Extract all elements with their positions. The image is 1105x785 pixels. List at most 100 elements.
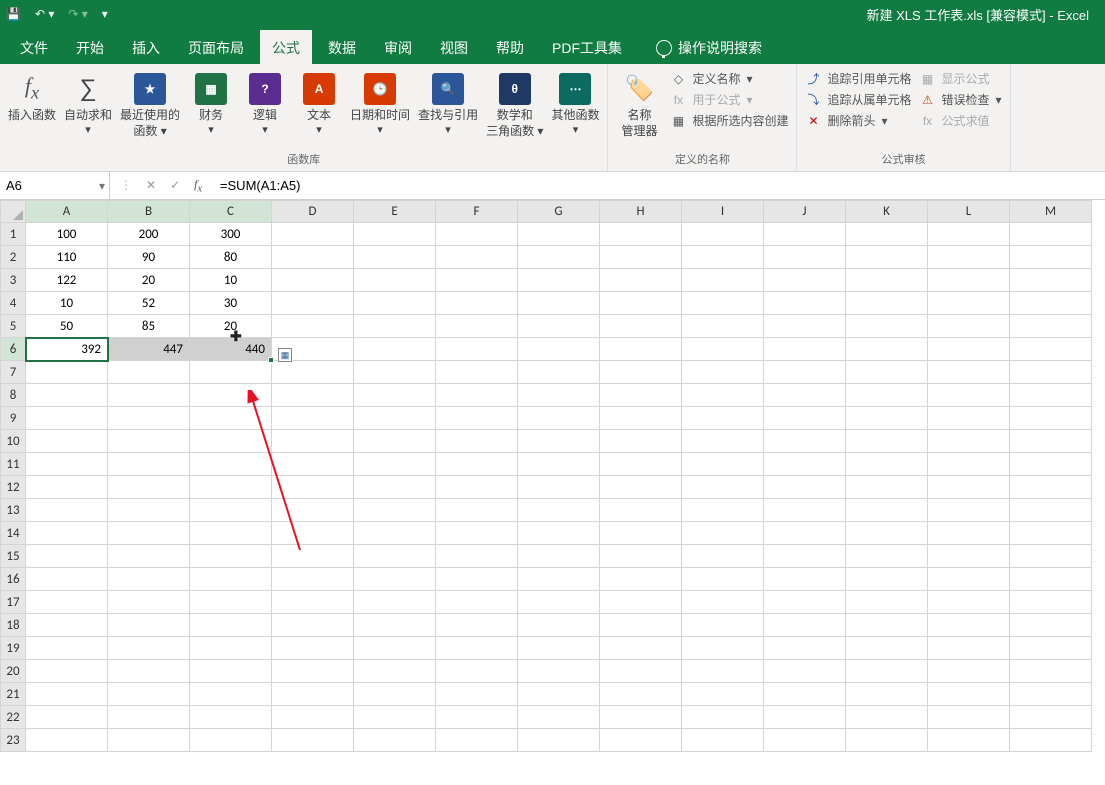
col-header-D[interactable]: D bbox=[272, 201, 354, 223]
tab-file[interactable]: 文件 bbox=[8, 30, 60, 64]
cell-C6[interactable]: 440 bbox=[190, 338, 272, 361]
row-header-2[interactable]: 2 bbox=[1, 246, 26, 269]
col-header-M[interactable]: M bbox=[1010, 201, 1092, 223]
autofill-options-button[interactable]: ▦ bbox=[278, 348, 292, 362]
col-header-I[interactable]: I bbox=[682, 201, 764, 223]
name-box[interactable]: ▾ bbox=[0, 172, 110, 199]
cell-C2[interactable]: 80 bbox=[190, 246, 272, 269]
tab-pdf[interactable]: PDF工具集 bbox=[540, 30, 634, 64]
row-header-9[interactable]: 9 bbox=[1, 407, 26, 430]
cell-C5[interactable]: 20 bbox=[190, 315, 272, 338]
undo-icon[interactable]: ↶ ▾ bbox=[35, 7, 54, 21]
cell-B4[interactable]: 52 bbox=[108, 292, 190, 315]
tab-view[interactable]: 视图 bbox=[428, 30, 480, 64]
row-header-16[interactable]: 16 bbox=[1, 568, 26, 591]
datetime-button[interactable]: 🕒 日期和时间 ▾ bbox=[350, 68, 410, 139]
col-header-A[interactable]: A bbox=[26, 201, 108, 223]
row-header-14[interactable]: 14 bbox=[1, 522, 26, 545]
show-formulas-button[interactable]: ▦显示公式 bbox=[920, 70, 1002, 87]
cell-C3[interactable]: 10 bbox=[190, 269, 272, 292]
col-header-C[interactable]: C bbox=[190, 201, 272, 223]
col-header-B[interactable]: B bbox=[108, 201, 190, 223]
cell-A3[interactable]: 122 bbox=[26, 269, 108, 292]
tab-help[interactable]: 帮助 bbox=[484, 30, 536, 64]
create-from-selection-button[interactable]: ▦根据所选内容创建 bbox=[670, 112, 788, 129]
autosum-button[interactable]: ∑ 自动求和 ▾ bbox=[64, 68, 112, 139]
row-header-1[interactable]: 1 bbox=[1, 223, 26, 246]
tab-home[interactable]: 开始 bbox=[64, 30, 116, 64]
save-icon[interactable]: 💾 bbox=[6, 7, 21, 21]
tab-data[interactable]: 数据 bbox=[316, 30, 368, 64]
row-header-7[interactable]: 7 bbox=[1, 361, 26, 384]
row-header-18[interactable]: 18 bbox=[1, 614, 26, 637]
row-header-12[interactable]: 12 bbox=[1, 476, 26, 499]
tab-review[interactable]: 审阅 bbox=[372, 30, 424, 64]
insert-function-button[interactable]: fx 插入函数 bbox=[8, 68, 56, 139]
row-header-17[interactable]: 17 bbox=[1, 591, 26, 614]
row-header-19[interactable]: 19 bbox=[1, 637, 26, 660]
col-header-G[interactable]: G bbox=[518, 201, 600, 223]
lookup-button[interactable]: 🔍 查找与引用 ▾ bbox=[418, 68, 478, 139]
cell-C4[interactable]: 30 bbox=[190, 292, 272, 315]
remove-arrows-button[interactable]: ✕删除箭头 ▾ bbox=[805, 112, 911, 129]
evaluate-formula-button[interactable]: fx公式求值 bbox=[920, 112, 1002, 129]
cell-B5[interactable]: 85 bbox=[108, 315, 190, 338]
formula-input[interactable] bbox=[212, 172, 1105, 199]
row-header-4[interactable]: 4 bbox=[1, 292, 26, 315]
cell-A6[interactable]: 392 bbox=[26, 338, 108, 361]
tab-layout[interactable]: 页面布局 bbox=[176, 30, 256, 64]
row-header-5[interactable]: 5 bbox=[1, 315, 26, 338]
col-header-E[interactable]: E bbox=[354, 201, 436, 223]
name-manager-button[interactable]: 🏷️ 名称 管理器 bbox=[616, 68, 662, 139]
col-header-F[interactable]: F bbox=[436, 201, 518, 223]
fill-handle[interactable] bbox=[268, 357, 274, 363]
cell-B3[interactable]: 20 bbox=[108, 269, 190, 292]
more-functions-button[interactable]: ⋯ 其他函数 ▾ bbox=[551, 68, 599, 139]
cell-B2[interactable]: 90 bbox=[108, 246, 190, 269]
accept-formula-icon[interactable]: ✓ bbox=[170, 178, 180, 192]
row-header-23[interactable]: 23 bbox=[1, 729, 26, 752]
logical-button[interactable]: ? 逻辑 ▾ bbox=[242, 68, 288, 139]
row-header-8[interactable]: 8 bbox=[1, 384, 26, 407]
tab-insert[interactable]: 插入 bbox=[120, 30, 172, 64]
spreadsheet-grid[interactable]: A B C D E F G H I J K L M 1 100 200 300 … bbox=[0, 200, 1105, 752]
error-check-button[interactable]: ⚠错误检查 ▾ bbox=[920, 91, 1002, 108]
fx-icon[interactable]: fx bbox=[194, 177, 202, 194]
cell-C1[interactable]: 300 bbox=[190, 223, 272, 246]
recent-functions-button[interactable]: ★ 最近使用的 函数 ▾ bbox=[120, 68, 180, 139]
cell-A2[interactable]: 110 bbox=[26, 246, 108, 269]
col-header-L[interactable]: L bbox=[928, 201, 1010, 223]
select-all-corner[interactable] bbox=[1, 201, 26, 223]
tab-formulas[interactable]: 公式 bbox=[260, 30, 312, 64]
row-header-10[interactable]: 10 bbox=[1, 430, 26, 453]
cancel-icon[interactable]: ⋮ bbox=[120, 178, 132, 192]
redo-icon[interactable]: ↷ ▾ bbox=[68, 7, 87, 21]
row-header-3[interactable]: 3 bbox=[1, 269, 26, 292]
cell-B6[interactable]: 447 bbox=[108, 338, 190, 361]
row-header-11[interactable]: 11 bbox=[1, 453, 26, 476]
trace-precedents-button[interactable]: ⤴追踪引用单元格 bbox=[805, 70, 911, 87]
math-trig-button[interactable]: θ 数学和 三角函数 ▾ bbox=[486, 68, 543, 139]
col-header-H[interactable]: H bbox=[600, 201, 682, 223]
row-header-6[interactable]: 6 bbox=[1, 338, 26, 361]
row-header-15[interactable]: 15 bbox=[1, 545, 26, 568]
cell-B1[interactable]: 200 bbox=[108, 223, 190, 246]
row-header-13[interactable]: 13 bbox=[1, 499, 26, 522]
financial-button[interactable]: ▦ 财务 ▾ bbox=[188, 68, 234, 139]
trace-dependents-button[interactable]: ⤵追踪从属单元格 bbox=[805, 91, 911, 108]
name-box-dropdown-icon[interactable]: ▾ bbox=[99, 179, 105, 193]
cancel-formula-icon[interactable]: ✕ bbox=[146, 178, 156, 192]
row-header-20[interactable]: 20 bbox=[1, 660, 26, 683]
define-name-button[interactable]: ◇定义名称 ▾ bbox=[670, 70, 788, 87]
cell-A4[interactable]: 10 bbox=[26, 292, 108, 315]
col-header-J[interactable]: J bbox=[764, 201, 846, 223]
cell-A1[interactable]: 100 bbox=[26, 223, 108, 246]
col-header-K[interactable]: K bbox=[846, 201, 928, 223]
tell-me-search[interactable]: 操作说明搜索 bbox=[644, 30, 774, 64]
row-header-22[interactable]: 22 bbox=[1, 706, 26, 729]
cell-A5[interactable]: 50 bbox=[26, 315, 108, 338]
name-box-input[interactable] bbox=[6, 178, 86, 193]
qat-more-icon[interactable]: ▾ bbox=[102, 7, 108, 21]
text-button[interactable]: A 文本 ▾ bbox=[296, 68, 342, 139]
row-header-21[interactable]: 21 bbox=[1, 683, 26, 706]
